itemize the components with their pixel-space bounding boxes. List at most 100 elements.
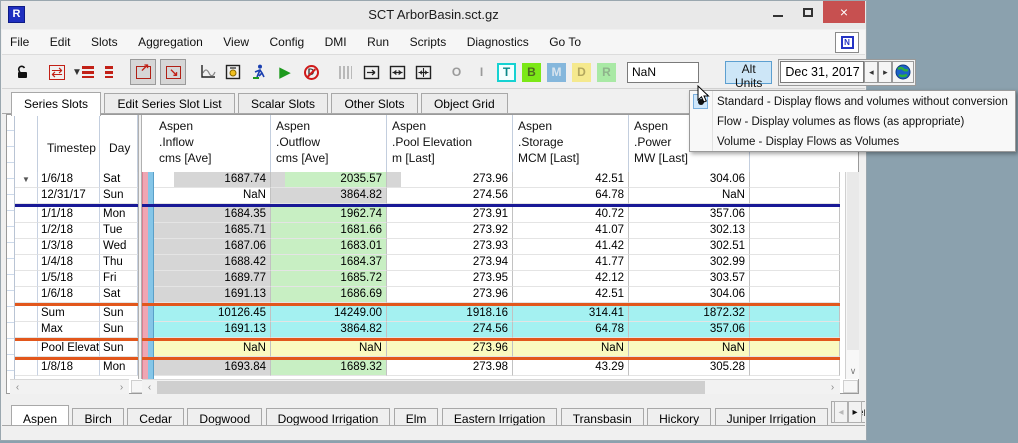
menu-diagnostics[interactable]: Diagnostics (459, 30, 537, 54)
day-cell[interactable]: Sun (99, 188, 138, 204)
maximize-button[interactable] (793, 1, 823, 23)
object-tab-transbasin[interactable]: Transbasin (561, 408, 644, 426)
value-cell[interactable] (749, 223, 840, 239)
flag-b-button[interactable]: B (522, 63, 541, 82)
value-cell[interactable]: 304.06 (628, 287, 749, 303)
value-cell[interactable]: 1691.13 (154, 322, 270, 338)
timestep-cell[interactable]: Pool Elevation (37, 341, 99, 357)
value-cell[interactable]: 3864.82 (270, 322, 386, 338)
flag-m-button[interactable]: M (547, 63, 566, 82)
riverware-workspace-button[interactable]: N (835, 32, 859, 53)
day-cell[interactable]: Sun (99, 306, 138, 322)
object-tab-elm[interactable]: Elm (394, 408, 439, 426)
value-cell[interactable]: 273.94 (386, 255, 512, 271)
menu-file[interactable]: File (2, 30, 37, 54)
value-input[interactable] (627, 62, 699, 83)
value-cell[interactable]: 41.77 (512, 255, 628, 271)
fit-columns-button[interactable] (384, 59, 410, 85)
menu-aggregation[interactable]: Aggregation (130, 30, 211, 54)
open-object-button[interactable] (220, 59, 246, 85)
value-cell[interactable]: NaN (154, 188, 270, 204)
object-tab-juniper-irrigation[interactable]: Juniper Irrigation (715, 408, 828, 426)
day-cell[interactable]: Tue (99, 223, 138, 239)
expand-aggregation-button[interactable]: ↗ (130, 59, 156, 85)
value-cell[interactable]: NaN (628, 188, 749, 204)
value-cell[interactable]: 10126.45 (154, 306, 270, 322)
day-cell[interactable]: Fri (99, 271, 138, 287)
value-cell[interactable]: 1684.37 (270, 255, 386, 271)
value-cell[interactable]: 304.06 (628, 172, 749, 188)
value-cell[interactable]: 1872.32 (628, 306, 749, 322)
timestep-cell[interactable]: 1/6/18 (37, 172, 99, 188)
menu-edit[interactable]: Edit (42, 30, 79, 54)
value-cell[interactable]: 274.56 (386, 188, 512, 204)
left-pane-hscrollbar[interactable]: ‹ › (10, 379, 129, 394)
title-bar[interactable]: R SCT ArborBasin.sct.gz × (1, 1, 866, 29)
value-cell[interactable]: 1687.74 (154, 172, 270, 188)
minimize-button[interactable] (763, 1, 793, 23)
object-tab-dogwood-irrigation[interactable]: Dogwood Irrigation (266, 408, 391, 426)
tab-edit-series-slot-list[interactable]: Edit Series Slot List (104, 93, 234, 114)
tab-scalar-slots[interactable]: Scalar Slots (238, 93, 328, 114)
collapse-aggregation-button[interactable]: ↘ (160, 59, 186, 85)
timestep-cell[interactable]: 1/8/18 (37, 360, 99, 376)
alt-units-button[interactable]: Alt Units (725, 61, 772, 84)
scroll-right-icon[interactable]: › (115, 381, 128, 394)
day-cell[interactable]: Wed (99, 239, 138, 255)
pane-splitter[interactable] (138, 115, 142, 379)
flag-t-button[interactable]: T (497, 63, 516, 82)
timestep-cell[interactable]: 1/4/18 (37, 255, 99, 271)
value-cell[interactable]: 42.51 (512, 172, 628, 188)
row-marker-strip[interactable] (7, 115, 15, 379)
fit-column-button[interactable] (358, 59, 384, 85)
value-cell[interactable] (749, 287, 840, 303)
timestep-cell[interactable]: 1/2/18 (37, 223, 99, 239)
value-cell[interactable]: 41.42 (512, 239, 628, 255)
value-cell[interactable]: 1686.69 (270, 287, 386, 303)
vertical-scrollbar-thumb[interactable] (847, 172, 859, 350)
value-cell[interactable]: 1681.66 (270, 223, 386, 239)
value-cell[interactable]: 1687.06 (154, 239, 270, 255)
value-cell[interactable]: 1684.35 (154, 207, 270, 223)
value-cell[interactable]: 302.13 (628, 223, 749, 239)
day-cell[interactable]: Sat (99, 172, 138, 188)
sort-priorities-button[interactable]: ▼ (70, 59, 96, 85)
value-cell[interactable]: 273.93 (386, 239, 512, 255)
object-tab-aspen[interactable]: Aspen (11, 405, 69, 426)
hscrollbar-thumb[interactable] (157, 381, 705, 394)
day-cell[interactable]: Mon (99, 360, 138, 376)
value-cell[interactable]: 3864.82 (270, 188, 386, 204)
day-header[interactable]: Day (109, 141, 130, 155)
data-hscrollbar[interactable]: ‹ › (142, 379, 840, 394)
value-cell[interactable]: 1691.13 (154, 287, 270, 303)
timestep-cell[interactable]: Max (37, 322, 99, 338)
value-cell[interactable]: 1685.71 (154, 223, 270, 239)
close-button[interactable]: × (823, 1, 865, 23)
value-cell[interactable]: NaN (512, 341, 628, 357)
menu-run[interactable]: Run (359, 30, 397, 54)
value-cell[interactable]: 1683.01 (270, 239, 386, 255)
value-cell[interactable]: 43.29 (512, 360, 628, 376)
value-cell[interactable]: 64.78 (512, 322, 628, 338)
column-header-inflow[interactable]: Aspen.Inflowcms [Ave] (154, 115, 270, 172)
object-tab-eastern-irrigation[interactable]: Eastern Irrigation (442, 408, 557, 426)
stop-diagnostics-button[interactable]: D (298, 59, 324, 85)
menu-goto[interactable]: Go To (541, 30, 589, 54)
value-cell[interactable] (749, 271, 840, 287)
fit-all-button[interactable] (410, 59, 436, 85)
value-cell[interactable] (749, 322, 840, 338)
object-tab-dogwood[interactable]: Dogwood (187, 408, 262, 426)
row-height-button[interactable] (332, 59, 358, 85)
menu-dmi[interactable]: DMI (317, 30, 355, 54)
value-cell[interactable]: 273.95 (386, 271, 512, 287)
value-cell[interactable] (749, 188, 840, 204)
column-header-pool-elevation[interactable]: Aspen.Pool Elevationm [Last] (386, 115, 512, 172)
scroll-left-icon[interactable]: ‹ (143, 381, 156, 394)
value-cell[interactable]: 1685.72 (270, 271, 386, 287)
value-cell[interactable]: 273.91 (386, 207, 512, 223)
value-cell[interactable] (749, 172, 840, 188)
menu-item-standard[interactable]: Standard - Display flows and volumes wit… (690, 92, 1015, 112)
day-cell[interactable]: Mon (99, 207, 138, 223)
vertical-scrollbar[interactable]: ∨ (845, 172, 859, 379)
value-cell[interactable]: NaN (628, 341, 749, 357)
